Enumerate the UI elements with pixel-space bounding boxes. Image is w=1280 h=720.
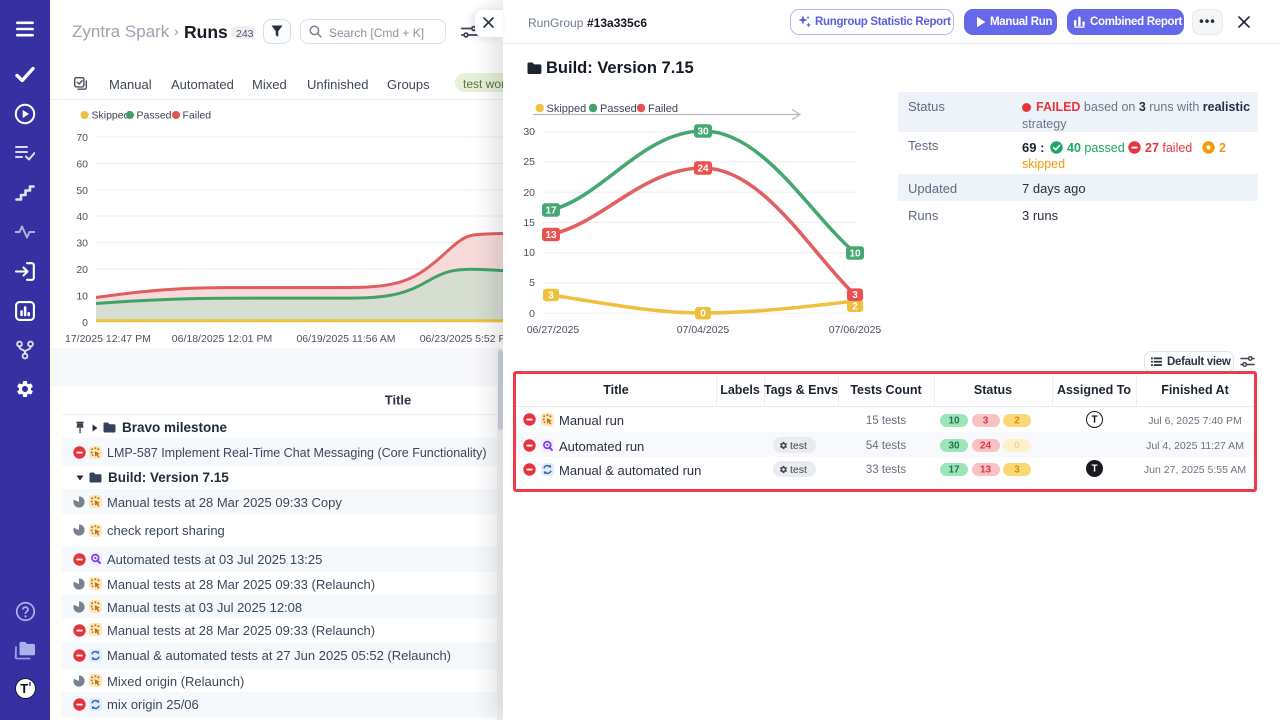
svg-text:Passed: Passed: [137, 110, 172, 122]
svg-text:0: 0: [82, 317, 88, 329]
svg-text:0: 0: [700, 309, 706, 320]
svg-text:70: 70: [76, 132, 88, 144]
svg-text:06/18/2025 12:01 PM: 06/18/2025 12:01 PM: [172, 333, 272, 345]
svg-text:Skipped: Skipped: [92, 110, 130, 122]
svg-text:15: 15: [523, 217, 535, 229]
svg-text:07/06/2025: 07/06/2025: [829, 324, 882, 336]
svg-text:10: 10: [76, 291, 88, 303]
svg-text:30: 30: [523, 126, 535, 138]
svg-text:24: 24: [697, 163, 709, 174]
svg-text:30: 30: [697, 126, 709, 137]
svg-text:25: 25: [523, 156, 535, 168]
svg-text:Failed: Failed: [183, 110, 212, 122]
svg-text:Skipped: Skipped: [547, 103, 587, 115]
svg-text:06/19/2025 11:56 AM: 06/19/2025 11:56 AM: [296, 333, 395, 345]
svg-text:3: 3: [548, 291, 554, 302]
svg-text:13: 13: [545, 230, 557, 241]
svg-text:20: 20: [76, 264, 88, 276]
svg-text:17: 17: [545, 205, 557, 216]
svg-text:5: 5: [529, 277, 535, 289]
svg-text:Failed: Failed: [648, 103, 678, 115]
svg-text:10: 10: [523, 247, 535, 259]
svg-text:2: 2: [852, 302, 858, 313]
svg-text:20: 20: [523, 187, 535, 199]
svg-text:0: 0: [529, 308, 535, 320]
svg-text:06/27/2025: 06/27/2025: [527, 324, 580, 336]
svg-text:30: 30: [76, 238, 88, 250]
svg-text:07/04/2025: 07/04/2025: [677, 324, 730, 336]
svg-text:40: 40: [76, 211, 88, 223]
svg-text:10: 10: [849, 248, 861, 259]
svg-text:3: 3: [852, 290, 858, 301]
svg-text:60: 60: [76, 159, 88, 171]
svg-text:50: 50: [76, 185, 88, 197]
svg-text:Passed: Passed: [600, 103, 637, 115]
svg-text:17/2025 12:47 PM: 17/2025 12:47 PM: [65, 333, 151, 345]
svg-text:06/23/2025 5:52 PM: 06/23/2025 5:52 PM: [420, 333, 512, 345]
